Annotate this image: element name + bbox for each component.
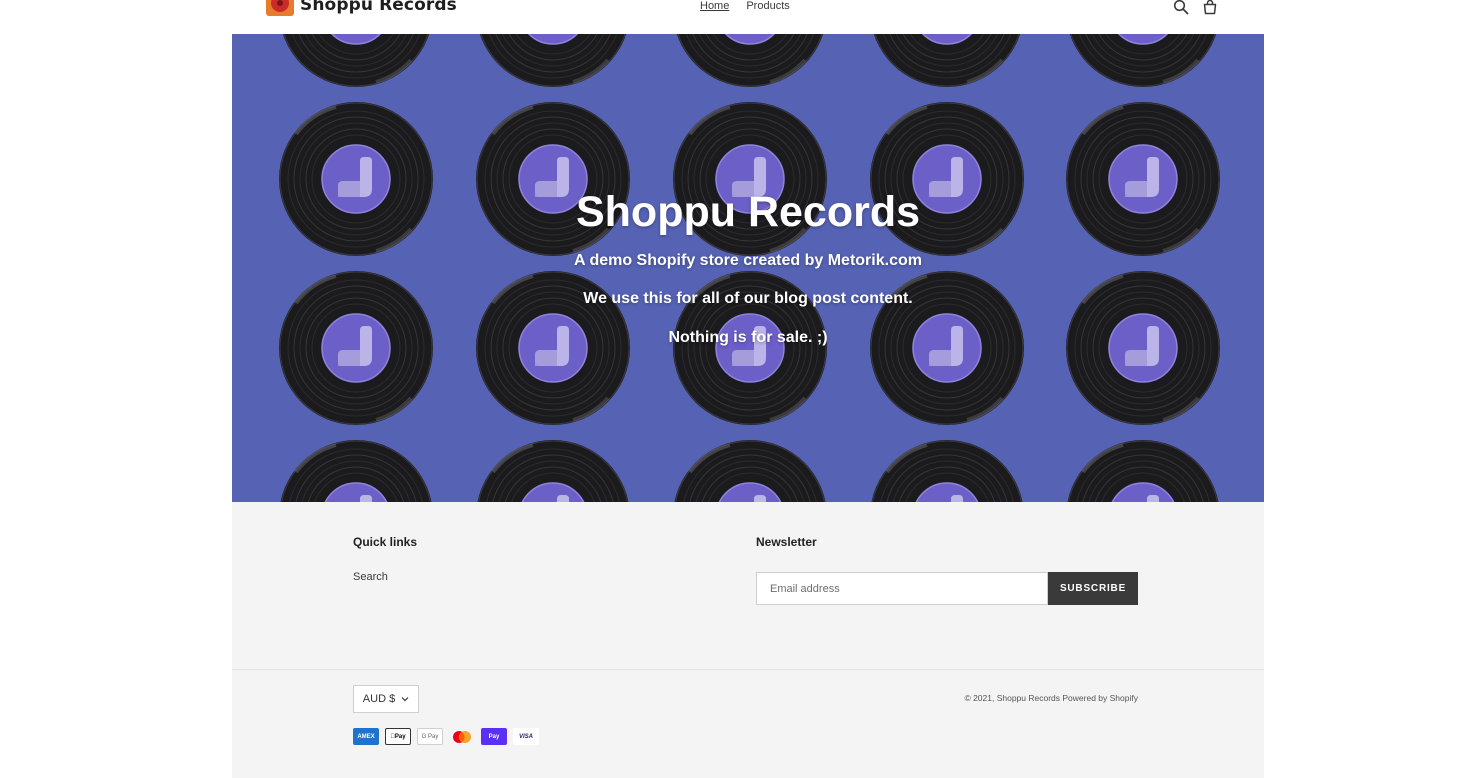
google-pay-icon: G Pay: [417, 728, 443, 745]
currency-selector[interactable]: AUD $: [353, 685, 419, 713]
hero-subtitle: We use this for all of our blog post con…: [583, 290, 913, 307]
newsletter-email-input[interactable]: [756, 572, 1048, 605]
footer-divider: [232, 669, 1264, 670]
currency-value: AUD $: [362, 693, 396, 705]
copyright-text: © 2021, Shoppu Records Powered by Shopif…: [964, 693, 1138, 703]
shop-pay-icon: Pay: [481, 728, 507, 745]
hero-subtitle: Nothing is for sale. ;): [668, 329, 828, 346]
hero-banner: Shoppu Records A demo Shopify store crea…: [232, 34, 1264, 502]
store-name: Shoppu Records: [300, 0, 457, 15]
search-icon[interactable]: [1173, 0, 1189, 15]
record-logo-icon: [266, 0, 294, 16]
quick-links-heading: Quick links: [353, 535, 418, 549]
newsletter-heading: Newsletter: [756, 535, 817, 549]
footer-link-search[interactable]: Search: [353, 571, 388, 583]
nav-products[interactable]: Products: [746, 0, 789, 12]
site-header: Shoppu Records Home Products: [0, 0, 1478, 34]
mastercard-icon: [449, 728, 475, 745]
visa-icon: VISA: [513, 728, 539, 745]
hero-subtitle: A demo Shopify store created by Metorik.…: [574, 252, 922, 269]
nav-home[interactable]: Home: [700, 0, 729, 12]
site-footer: Quick links Search Newsletter SUBSCRIBE …: [232, 502, 1264, 778]
cart-icon[interactable]: [1202, 0, 1218, 15]
main-nav: Home Products: [700, 0, 790, 12]
payment-icons: AMEX Pay G Pay Pay VISA: [353, 728, 539, 745]
store-logo[interactable]: Shoppu Records: [266, 0, 457, 16]
mastercard-circles: [453, 730, 471, 743]
amex-icon: AMEX: [353, 728, 379, 745]
apple-pay-icon: Pay: [385, 728, 411, 745]
chevron-down-icon: [401, 697, 409, 702]
hero-title: Shoppu Records: [575, 188, 921, 236]
subscribe-button[interactable]: SUBSCRIBE: [1048, 572, 1138, 605]
